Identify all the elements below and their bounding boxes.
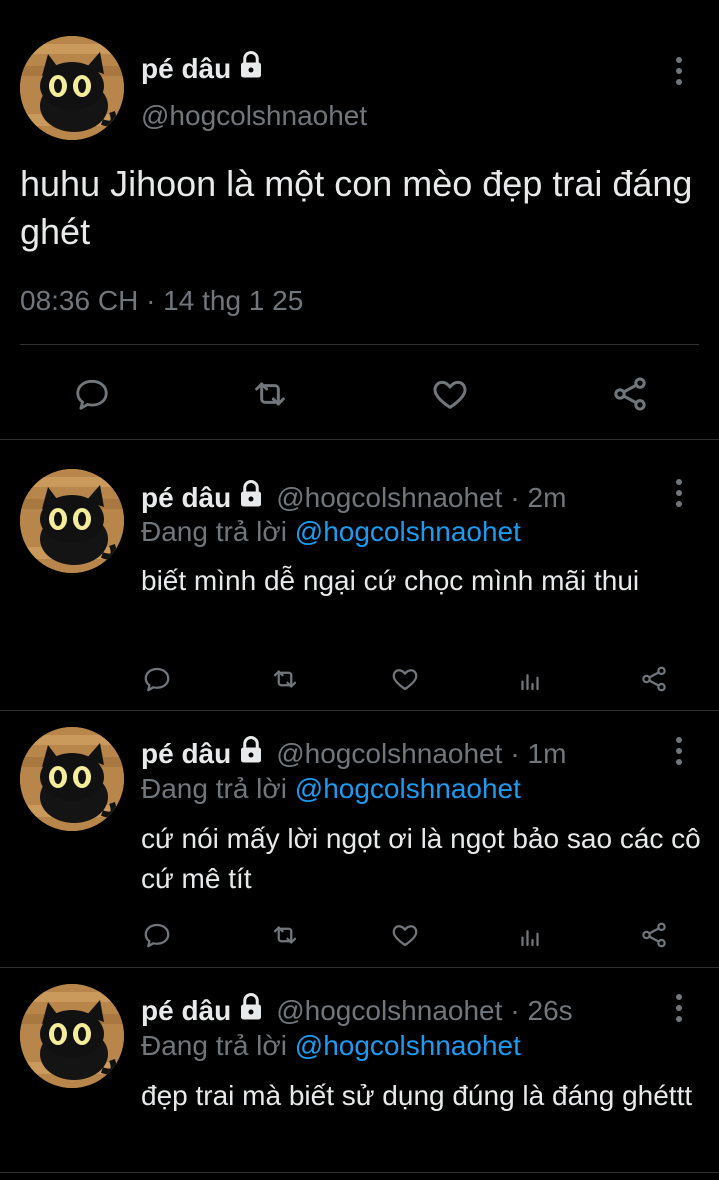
analytics-icon[interactable] (514, 661, 546, 697)
reply-time: · 2m (510, 481, 567, 513)
reply-actions (0, 917, 719, 953)
reply-text: đẹp trai mà biết sử dụng đúng là đáng gh… (141, 1080, 693, 1111)
avatar[interactable] (20, 727, 124, 831)
cat-avatar-image (20, 469, 124, 573)
lock-icon (236, 50, 266, 87)
retweet-icon[interactable] (269, 917, 301, 953)
display-name[interactable]: pé dâu (141, 995, 231, 1027)
author-name-row: pé dâu @hogcolshnaohet · 1m (141, 735, 566, 772)
reply-icon[interactable] (141, 917, 173, 953)
reply-text: cứ nói mấy lời ngọt ơi là ngọt bảo sao c… (141, 823, 701, 894)
author-name-row: pé dâu (141, 50, 266, 87)
more-options-icon[interactable] (667, 737, 691, 765)
display-name[interactable]: pé dâu (141, 482, 231, 514)
reply-time: · 26s (510, 994, 573, 1026)
mention-link[interactable]: @hogcolshnaohet (295, 773, 521, 804)
like-icon[interactable] (430, 370, 470, 418)
cat-avatar-image (20, 36, 124, 140)
replying-label: Đang trả lời (141, 773, 287, 804)
avatar[interactable] (20, 984, 124, 1088)
share-icon[interactable] (638, 917, 670, 953)
retweet-icon[interactable] (269, 661, 301, 697)
analytics-icon[interactable] (514, 917, 546, 953)
display-name[interactable]: pé dâu (141, 738, 231, 770)
cat-avatar-image (20, 984, 124, 1088)
display-name[interactable]: pé dâu (141, 53, 231, 85)
main-tweet: pé dâu @hogcolshnaohet huhu Jihoon là mộ… (0, 0, 719, 440)
reply-tweet[interactable]: pé dâu @hogcolshnaohet · 1m Đang trả lời… (0, 711, 719, 968)
more-options-icon[interactable] (667, 57, 691, 85)
tweet-actions (0, 370, 719, 418)
author-handle[interactable]: @hogcolshnaohet (276, 995, 502, 1027)
more-options-icon[interactable] (667, 994, 691, 1022)
replying-to: Đang trả lời @hogcolshnaohet (141, 516, 521, 548)
divider (20, 344, 699, 345)
avatar[interactable] (20, 469, 124, 573)
author-handle[interactable]: @hogcolshnaohet (141, 100, 367, 132)
mention-link[interactable]: @hogcolshnaohet (295, 516, 521, 547)
reply-icon[interactable] (72, 370, 112, 418)
author-handle[interactable]: @hogcolshnaohet (276, 482, 502, 514)
reply-time: · 1m (510, 737, 567, 769)
replying-to: Đang trả lời @hogcolshnaohet (141, 773, 521, 805)
reply-tweet[interactable]: pé dâu @hogcolshnaohet · 26s Đang trả lờ… (0, 968, 719, 1173)
more-options-icon[interactable] (667, 479, 691, 507)
avatar[interactable] (20, 36, 124, 140)
replying-to: Đang trả lời @hogcolshnaohet (141, 1030, 521, 1062)
replying-label: Đang trả lời (141, 516, 287, 547)
replying-label: Đang trả lời (141, 1030, 287, 1061)
reply-text: biết mình dễ ngại cứ chọc mình mãi thui (141, 565, 640, 596)
lock-icon (236, 735, 266, 772)
like-icon[interactable] (389, 917, 421, 953)
lock-icon (236, 479, 266, 516)
share-icon[interactable] (638, 661, 670, 697)
author-handle[interactable]: @hogcolshnaohet (276, 738, 502, 770)
reply-icon[interactable] (141, 661, 173, 697)
cat-avatar-image (20, 727, 124, 831)
author-name-row: pé dâu @hogcolshnaohet · 2m (141, 479, 566, 516)
like-icon[interactable] (389, 661, 421, 697)
mention-link[interactable]: @hogcolshnaohet (295, 1030, 521, 1061)
reply-tweet[interactable]: pé dâu @hogcolshnaohet · 2m Đang trả lời… (0, 441, 719, 711)
retweet-icon[interactable] (250, 370, 290, 418)
tweet-timestamp[interactable]: 08:36 CH · 14 thg 1 25 (20, 285, 303, 317)
share-icon[interactable] (610, 370, 650, 418)
author-name-row: pé dâu @hogcolshnaohet · 26s (141, 992, 573, 1029)
tweet-text: huhu Jihoon là một con mèo đẹp trai đáng… (20, 163, 693, 252)
lock-icon (236, 992, 266, 1029)
reply-actions (0, 661, 719, 697)
